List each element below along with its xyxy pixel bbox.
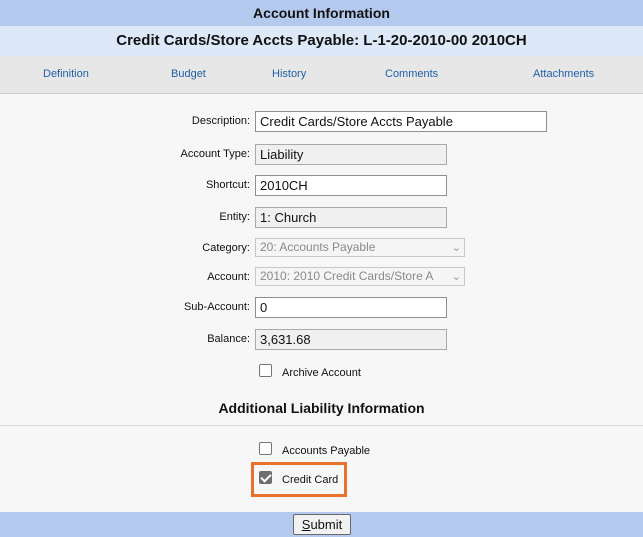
account-type-label: Account Type: — [180, 148, 250, 160]
category-select-value: 20: Accounts Payable — [260, 240, 376, 254]
chevron-down-icon: ⌄ — [451, 271, 461, 283]
description-field[interactable]: Credit Cards/Store Accts Payable — [255, 111, 547, 132]
category-label: Category: — [202, 242, 250, 254]
additional-info-heading: Additional Liability Information — [218, 400, 425, 416]
credit-card-label: Credit Card — [282, 474, 339, 486]
account-type-field: Liability — [255, 144, 447, 165]
tab-definition[interactable]: Definition — [43, 56, 89, 93]
tab-budget[interactable]: Budget — [171, 56, 206, 93]
page-title: Account Information — [0, 0, 643, 26]
accounts-payable-label: Accounts Payable — [282, 445, 371, 457]
shortcut-label: Shortcut: — [205, 179, 250, 191]
credit-card-checkbox[interactable] — [259, 471, 272, 484]
tab-attachments[interactable]: Attachments — [533, 56, 594, 93]
tab-bar: Definition Budget History Comments Attac… — [0, 56, 643, 94]
chevron-down-icon: ⌄ — [451, 242, 461, 254]
balance-field: 3,631.68 — [255, 329, 447, 350]
archive-account-label: Archive Account — [282, 367, 361, 379]
description-label: Description: — [191, 115, 250, 127]
tab-history[interactable]: History — [272, 56, 306, 93]
sub-account-field[interactable]: 0 — [255, 297, 447, 318]
category-select: 20: Accounts Payable ⌄ — [255, 238, 465, 257]
balance-label: Balance: — [207, 333, 250, 345]
entity-label: Entity: — [219, 211, 250, 223]
account-label: Account: — [207, 271, 250, 283]
shortcut-field[interactable]: 2010CH — [255, 175, 447, 196]
submit-button[interactable]: Submit — [293, 514, 351, 535]
entity-field: 1: Church — [255, 207, 447, 228]
account-select: 2010: 2010 Credit Cards/Store A ⌄ — [255, 267, 465, 286]
accounts-payable-checkbox[interactable] — [259, 442, 272, 455]
sub-account-label: Sub-Account: — [183, 301, 250, 313]
section-divider — [0, 425, 643, 426]
tab-comments[interactable]: Comments — [385, 56, 438, 93]
account-heading: Credit Cards/Store Accts Payable: L-1-20… — [0, 26, 643, 56]
archive-account-checkbox[interactable] — [259, 364, 272, 377]
submit-label: ubmit — [310, 517, 343, 532]
account-select-value: 2010: 2010 Credit Cards/Store A — [260, 269, 434, 283]
